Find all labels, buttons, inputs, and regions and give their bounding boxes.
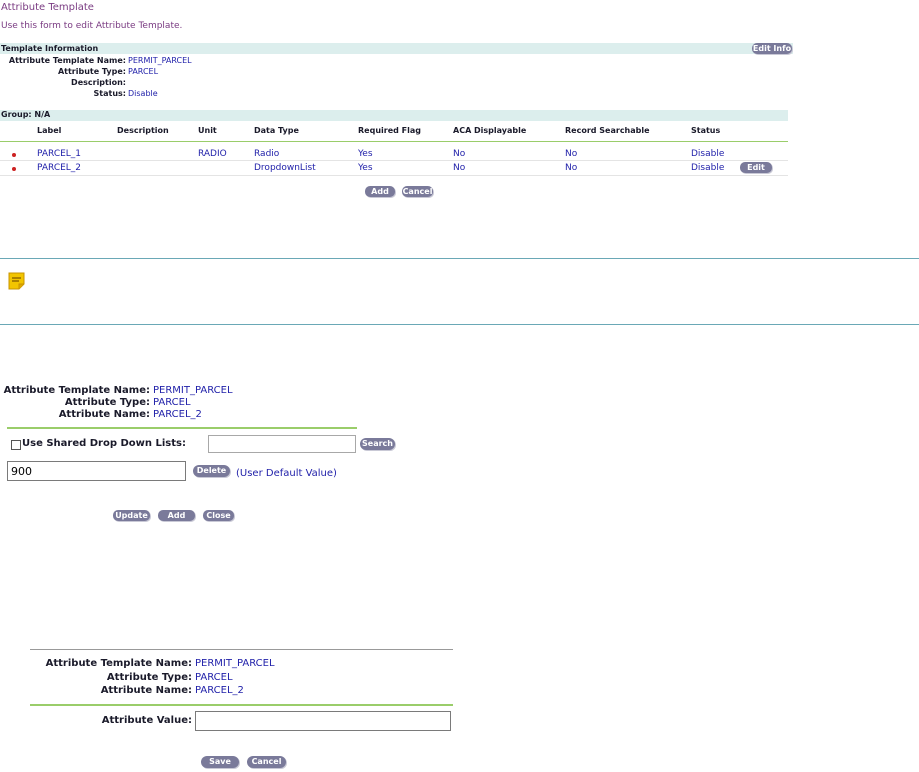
dd-attribute-type-value: PARCEL xyxy=(153,397,191,408)
column-header-data-type: Data Type xyxy=(254,126,299,135)
val-attribute-type-label: Attribute Type: xyxy=(106,672,192,683)
edit-info-button[interactable]: Edit Info xyxy=(752,43,792,54)
status-value: Disable xyxy=(128,89,158,98)
value-cancel-button[interactable]: Cancel xyxy=(247,756,286,768)
note-icon xyxy=(8,272,25,290)
column-header-status: Status xyxy=(691,126,721,135)
column-header-aca-displayable: ACA Displayable xyxy=(453,126,527,135)
val-attribute-name-label: Attribute Name: xyxy=(100,685,192,696)
search-input[interactable] xyxy=(208,435,356,453)
row-required: Yes xyxy=(358,149,373,159)
dd-template-name-label: Attribute Template Name: xyxy=(3,385,150,396)
group-title: Group: N/A xyxy=(1,110,51,119)
table-header-rule xyxy=(0,141,788,142)
template-name-value: PERMIT_PARCEL xyxy=(128,56,192,65)
row-searchable: No xyxy=(565,149,578,159)
template-info-header xyxy=(0,43,793,54)
row-aca: No xyxy=(453,163,466,173)
note-top-rule xyxy=(0,258,919,259)
row-label-link[interactable]: PARCEL_2 xyxy=(37,163,81,173)
val-template-name-label: Attribute Template Name: xyxy=(45,658,192,669)
shared-dropdown-checkbox[interactable] xyxy=(11,440,21,450)
search-button[interactable]: Search xyxy=(360,438,395,450)
row-unit: RADIO xyxy=(198,149,227,159)
row-status: Disable xyxy=(691,149,725,159)
row-required: Yes xyxy=(358,163,373,173)
page-subtitle: Use this form to edit Attribute Template… xyxy=(1,21,183,31)
description-label: Description: xyxy=(71,78,126,87)
column-header-required-flag: Required Flag xyxy=(358,126,421,135)
row-searchable: No xyxy=(565,163,578,173)
update-button[interactable]: Update xyxy=(113,510,150,521)
option-value-text: 900 xyxy=(11,465,32,478)
column-header-record-searchable: Record Searchable xyxy=(565,126,650,135)
page-title: Attribute Template xyxy=(1,2,94,13)
option-value-input[interactable]: 900 xyxy=(7,461,186,481)
row-bullet-icon xyxy=(12,167,16,171)
save-button[interactable]: Save xyxy=(201,756,239,768)
row-status: Disable xyxy=(691,163,725,173)
row-divider xyxy=(0,175,788,176)
column-header-description: Description xyxy=(117,126,169,135)
dd-add-button[interactable]: Add xyxy=(158,510,195,521)
default-value-note: (User Default Value) xyxy=(236,468,337,479)
attribute-value-label: Attribute Value: xyxy=(101,715,192,726)
value-top-rule xyxy=(30,649,453,650)
status-label: Status: xyxy=(93,89,126,98)
row-data-type: DropdownList xyxy=(254,163,316,173)
dd-attribute-type-label: Attribute Type: xyxy=(64,397,150,408)
attribute-type-label: Attribute Type: xyxy=(57,67,126,76)
template-info-title: Template Information xyxy=(1,44,99,53)
attribute-value-input[interactable] xyxy=(195,711,451,731)
dd-attribute-name-label: Attribute Name: xyxy=(58,409,150,420)
cancel-button[interactable]: Cancel xyxy=(402,186,433,197)
row-bullet-icon xyxy=(12,153,16,157)
row-aca: No xyxy=(453,149,466,159)
template-name-label: Attribute Template Name: xyxy=(8,56,126,65)
dd-attribute-name-value: PARCEL_2 xyxy=(153,409,202,420)
shared-dropdown-label: Use Shared Drop Down Lists: xyxy=(22,438,186,449)
dd-green-rule xyxy=(7,427,357,429)
delete-button[interactable]: Delete xyxy=(193,465,230,477)
group-header xyxy=(0,110,788,121)
table-row xyxy=(0,161,788,175)
attribute-type-value: PARCEL xyxy=(128,67,159,76)
val-attribute-type-value: PARCEL xyxy=(195,672,233,683)
row-label-link[interactable]: PARCEL_1 xyxy=(37,149,81,159)
val-template-name-value: PERMIT_PARCEL xyxy=(195,658,275,669)
close-button[interactable]: Close xyxy=(203,510,234,521)
row-data-type: Radio xyxy=(254,149,280,159)
column-header-label: Label xyxy=(37,126,62,135)
column-header-unit: Unit xyxy=(198,126,217,135)
val-green-rule xyxy=(30,704,453,706)
val-attribute-name-value: PARCEL_2 xyxy=(195,685,244,696)
note-bottom-rule xyxy=(0,324,919,325)
add-button[interactable]: Add xyxy=(365,186,395,197)
row-edit-button[interactable]: Edit xyxy=(740,162,772,173)
dd-template-name-value: PERMIT_PARCEL xyxy=(153,385,233,396)
table-row xyxy=(0,146,788,160)
